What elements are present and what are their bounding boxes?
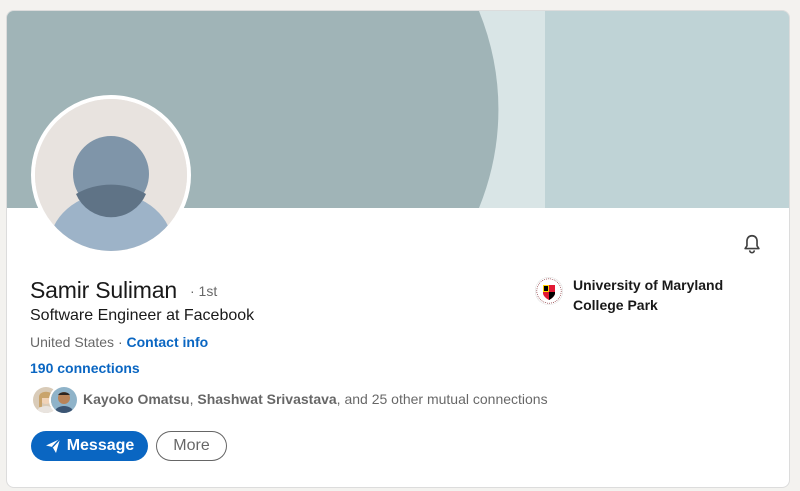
profile-location: United States	[30, 334, 115, 350]
education-entry[interactable]: University of Maryland College Park	[535, 275, 743, 315]
location-row: United States · Contact info	[30, 334, 208, 350]
mutual-avatars	[31, 384, 79, 415]
mutual-comma: ,	[189, 391, 194, 407]
default-person-icon	[35, 99, 187, 251]
message-button-label: Message	[66, 437, 135, 454]
send-icon	[45, 438, 61, 454]
mutual-rest: , and 25 other mutual connections	[336, 391, 548, 407]
mutual-connections[interactable]: Kayoko Omatsu, Shashwat Srivastava, and …	[31, 384, 548, 415]
bell-icon	[744, 234, 760, 254]
more-button-label: More	[173, 437, 210, 454]
mutual-name-1: Kayoko Omatsu	[83, 391, 190, 407]
location-separator: ·	[117, 334, 123, 350]
profile-name: Samir Suliman	[30, 277, 177, 303]
university-name: University of Maryland College Park	[573, 277, 724, 313]
mutual-name-2: Shashwat Srivastava	[197, 391, 337, 407]
more-button[interactable]: More	[156, 431, 227, 461]
mutual-avatar-2	[49, 385, 79, 415]
profile-avatar[interactable]	[31, 95, 191, 255]
message-button[interactable]: Message	[31, 431, 148, 461]
person-photo-icon	[51, 387, 77, 413]
mutual-connections-text: Kayoko Omatsu, Shashwat Srivastava, and …	[83, 391, 548, 407]
profile-headline: Software Engineer at Facebook	[30, 307, 255, 324]
university-logo-icon	[535, 277, 563, 305]
connection-degree: · 1st	[190, 283, 218, 299]
contact-info-link[interactable]: Contact info	[127, 334, 209, 350]
connections-link[interactable]: 190 connections	[30, 360, 140, 376]
connections-row: 190 connections	[30, 360, 140, 376]
notifications-bell-button[interactable]	[739, 231, 765, 257]
profile-card: Samir Suliman · 1st Software Engineer at…	[6, 10, 790, 488]
